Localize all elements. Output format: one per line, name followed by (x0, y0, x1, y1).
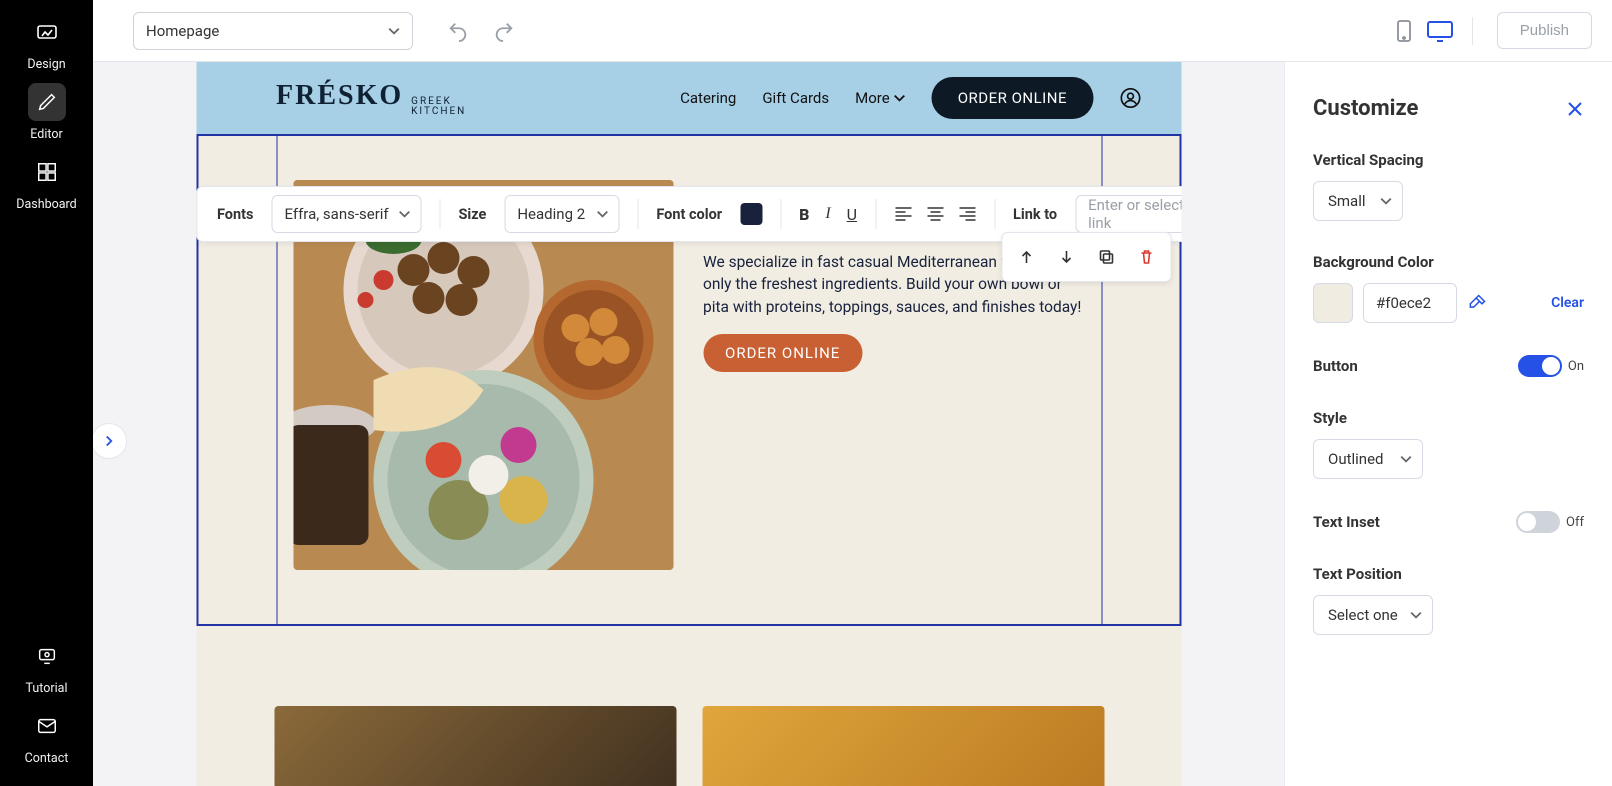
nav-label: Tutorial (26, 681, 68, 696)
delete-button[interactable] (1128, 239, 1164, 275)
toolbar-fontcolor-label: Font color (656, 206, 722, 223)
separator (875, 199, 876, 229)
nav-label: Design (27, 57, 65, 72)
nav-label: Contact (25, 751, 69, 766)
order-online-pill[interactable]: ORDER ONLINE (932, 77, 1093, 119)
text-position-label: Text Position (1313, 565, 1584, 583)
toggle-state: Off (1566, 515, 1584, 530)
nav-more[interactable]: More (855, 89, 906, 107)
text-inset-toggle[interactable] (1516, 511, 1560, 533)
text-position-select[interactable]: Select one (1313, 595, 1433, 635)
workspace: FRÉSKO GREEK KITCHEN Catering Gift Cards… (93, 62, 1284, 786)
editor-icon (28, 83, 66, 121)
nav-design[interactable]: Design (0, 10, 93, 74)
account-icon[interactable] (1119, 87, 1141, 109)
text-inset-label: Text Inset (1313, 513, 1380, 531)
nav-dashboard[interactable]: Dashboard (0, 150, 93, 214)
page-select-value: Homepage (146, 22, 219, 40)
underline-button[interactable]: U (847, 205, 857, 224)
toolbar-fonts-label: Fonts (217, 206, 253, 223)
chevron-down-icon (388, 25, 400, 37)
desktop-preview-button[interactable] (1426, 17, 1454, 45)
close-button[interactable] (1566, 100, 1584, 118)
top-bar: Homepage Publish (93, 0, 1612, 62)
app-nav: Design Editor Dashboard Tutorial Conta (0, 0, 93, 786)
design-icon (28, 13, 66, 51)
nav-giftcards[interactable]: Gift Cards (762, 89, 829, 107)
customize-panel: Customize Vertical Spacing Small Backgro… (1284, 62, 1612, 786)
style-label: Style (1313, 409, 1584, 427)
toolbar-link-label: Link to (1013, 206, 1057, 223)
align-center-button[interactable] (926, 207, 944, 221)
background-color-swatch[interactable] (1313, 283, 1353, 323)
logo-sub: GREEK KITCHEN (411, 97, 466, 117)
separator (439, 199, 440, 229)
element-toolbar (1001, 232, 1171, 282)
sidebar-collapse-button[interactable] (93, 423, 127, 459)
link-placeholder: Enter or select a link (1088, 196, 1181, 232)
font-color-swatch[interactable] (740, 203, 762, 225)
canvas[interactable]: FRÉSKO GREEK KITCHEN Catering Gift Cards… (196, 62, 1181, 786)
link-input[interactable]: Enter or select a link (1075, 195, 1181, 233)
logo-main: FRÉSKO (276, 80, 403, 112)
italic-button[interactable]: I (825, 205, 830, 224)
order-online-button[interactable]: ORDER ONLINE (703, 334, 862, 372)
move-down-button[interactable] (1048, 239, 1084, 275)
site-header: FRÉSKO GREEK KITCHEN Catering Gift Cards… (196, 62, 1181, 134)
chevron-down-icon (398, 208, 410, 220)
nav-editor[interactable]: Editor (0, 80, 93, 144)
button-toggle[interactable] (1518, 355, 1562, 377)
dashboard-icon (28, 153, 66, 191)
size-select[interactable]: Heading 2 (504, 195, 619, 233)
background-color-label: Background Color (1313, 253, 1584, 271)
separator (780, 199, 781, 229)
undo-button[interactable] (441, 14, 475, 48)
chevron-down-icon (1400, 453, 1412, 465)
nav-contact[interactable]: Contact (0, 704, 93, 768)
site-logo[interactable]: FRÉSKO GREEK KITCHEN (276, 80, 466, 117)
redo-button[interactable] (487, 14, 521, 48)
toggle-state: On (1568, 359, 1584, 374)
align-left-button[interactable] (894, 207, 912, 221)
panel-title: Customize (1313, 96, 1418, 121)
image-placeholder[interactable] (702, 706, 1104, 786)
tutorial-icon (28, 637, 66, 675)
separator (637, 199, 638, 229)
image-placeholder[interactable] (274, 706, 676, 786)
mobile-preview-button[interactable] (1390, 17, 1418, 45)
move-up-button[interactable] (1008, 239, 1044, 275)
duplicate-button[interactable] (1088, 239, 1124, 275)
eyedropper-button[interactable] (1467, 293, 1487, 313)
background-color-input[interactable]: #f0ece2 (1363, 283, 1457, 323)
separator (994, 199, 995, 229)
bold-button[interactable]: B (799, 205, 809, 224)
next-section-images (274, 706, 1104, 786)
nav-catering[interactable]: Catering (680, 89, 736, 107)
style-select[interactable]: Outlined (1313, 439, 1423, 479)
toolbar-size-label: Size (458, 206, 486, 223)
nav-label: Dashboard (16, 197, 76, 212)
publish-button[interactable]: Publish (1497, 12, 1592, 49)
clear-button[interactable]: Clear (1551, 295, 1584, 311)
chevron-down-icon (1380, 195, 1392, 207)
vertical-spacing-select[interactable]: Small (1313, 181, 1403, 221)
button-toggle-label: Button (1313, 357, 1358, 375)
chevron-down-icon (1410, 609, 1422, 621)
chevron-down-icon (596, 208, 608, 220)
site-nav: Catering Gift Cards More ORDER ONLINE (680, 77, 1141, 119)
vertical-spacing-label: Vertical Spacing (1313, 151, 1584, 169)
page-select[interactable]: Homepage (133, 12, 413, 50)
contact-icon (28, 707, 66, 745)
nav-label: Editor (30, 127, 62, 142)
nav-tutorial[interactable]: Tutorial (0, 634, 93, 698)
font-select[interactable]: Effra, sans-serif (271, 195, 421, 233)
chevron-down-icon (894, 92, 906, 104)
align-right-button[interactable] (958, 207, 976, 221)
